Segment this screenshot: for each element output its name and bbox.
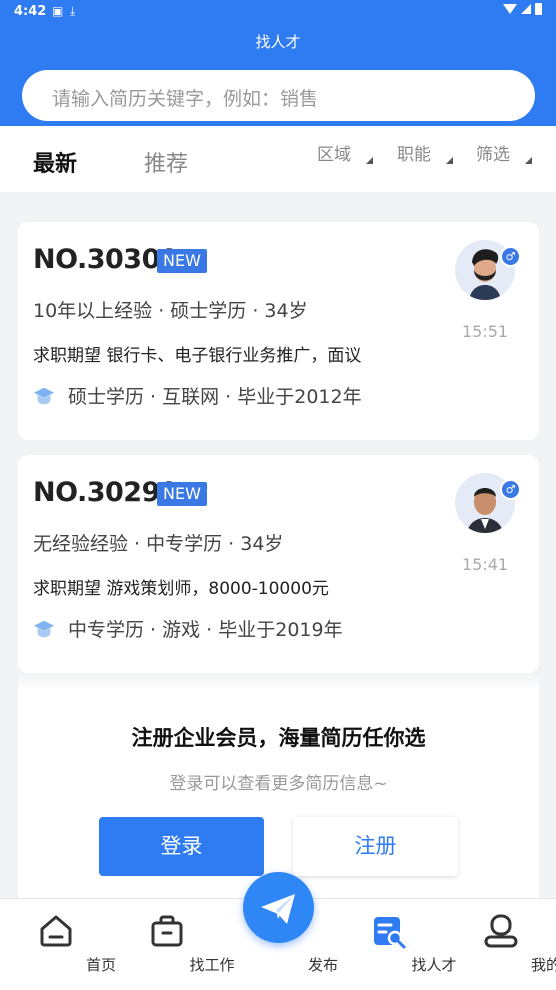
education-text: 中专学历 · 游戏 · 毕业于2019年: [68, 619, 343, 641]
resume-card[interactable]: NO.30300 NEW 10年以上经验 · 硕士学历 · 34岁 求职期望 银…: [18, 222, 539, 440]
dropdown-triangle-icon: [525, 157, 532, 164]
education-text: 硕士学历 · 互联网 · 毕业于2012年: [68, 386, 362, 408]
register-subtitle: 登录可以查看更多简历信息~: [169, 774, 388, 794]
graduation-cap-icon: [33, 387, 55, 404]
tab-recommend[interactable]: 推荐: [144, 146, 188, 178]
register-panel: 注册企业会员，海量简历任你选 登录可以查看更多简历信息~ 登录 注册: [18, 688, 539, 900]
nav-home[interactable]: 首页: [11, 899, 116, 990]
resume-card[interactable]: NO.30299 NEW 无经验经验 · 中专学历 · 34岁 求职期望 游戏策…: [18, 455, 539, 673]
wifi-icon: [503, 4, 517, 14]
new-badge: NEW: [157, 482, 207, 506]
dropdown-triangle-icon: [446, 157, 453, 164]
header: 4:42 ▣ ⤓ 找人才 请输入简历关键字，例如：销售: [0, 0, 556, 126]
education-row: 中专学历 · 游戏 · 毕业于2019年: [33, 615, 343, 642]
status-time: 4:42: [14, 4, 47, 19]
dropdown-triangle-icon: [366, 157, 373, 164]
filter-function[interactable]: 职能: [397, 140, 431, 165]
nav-find-talent[interactable]: 找人才: [344, 899, 457, 990]
home-icon: [40, 915, 72, 947]
new-badge: NEW: [157, 249, 207, 273]
register-title: 注册企业会员，海量简历任你选: [131, 726, 426, 750]
briefcase-icon: [151, 915, 183, 947]
filter-screen[interactable]: 筛选: [476, 140, 510, 165]
tab-bar: 最新 推荐 区域 职能 筛选: [0, 126, 556, 192]
resume-summary: 10年以上经验 · 硕士学历 · 34岁: [33, 300, 308, 322]
graduation-cap-icon: [33, 620, 55, 637]
status-bar: 4:42 ▣ ⤓: [0, 0, 556, 24]
nav-mine[interactable]: 我的: [456, 899, 556, 990]
publish-button[interactable]: [243, 872, 314, 943]
filter-area[interactable]: 区域: [317, 140, 351, 165]
resume-time: 15:41: [462, 555, 509, 574]
resume-summary: 无经验经验 · 中专学历 · 34岁: [33, 533, 284, 555]
login-button[interactable]: 登录: [99, 817, 264, 876]
nav-mine-label: 我的: [530, 956, 556, 974]
education-row: 硕士学历 · 互联网 · 毕业于2012年: [33, 382, 362, 409]
paper-plane-icon: [261, 894, 295, 924]
resume-expectation: 求职期望 银行卡、电子银行业务推广，面议: [33, 346, 362, 366]
notification-icon: ▣: [52, 4, 64, 18]
male-icon: ♂: [500, 246, 521, 267]
resume-expectation: 求职期望 游戏策划师，8000-10000元: [33, 579, 329, 599]
battery-icon: [535, 3, 542, 15]
nav-find-job[interactable]: 找工作: [122, 899, 235, 990]
tab-latest[interactable]: 最新: [33, 146, 77, 178]
status-icons: [503, 3, 542, 15]
register-button[interactable]: 注册: [293, 817, 458, 876]
signal-icon: [521, 4, 531, 14]
talent-search-icon: [374, 917, 406, 949]
download-icon: ⤓: [70, 4, 76, 18]
page-title: 找人才: [255, 33, 301, 51]
search-input[interactable]: 请输入简历关键字，例如：销售: [22, 70, 535, 121]
male-icon: ♂: [500, 479, 521, 500]
user-icon: [484, 914, 518, 948]
search-placeholder: 请输入简历关键字，例如：销售: [52, 88, 319, 110]
resume-time: 15:51: [462, 322, 509, 341]
